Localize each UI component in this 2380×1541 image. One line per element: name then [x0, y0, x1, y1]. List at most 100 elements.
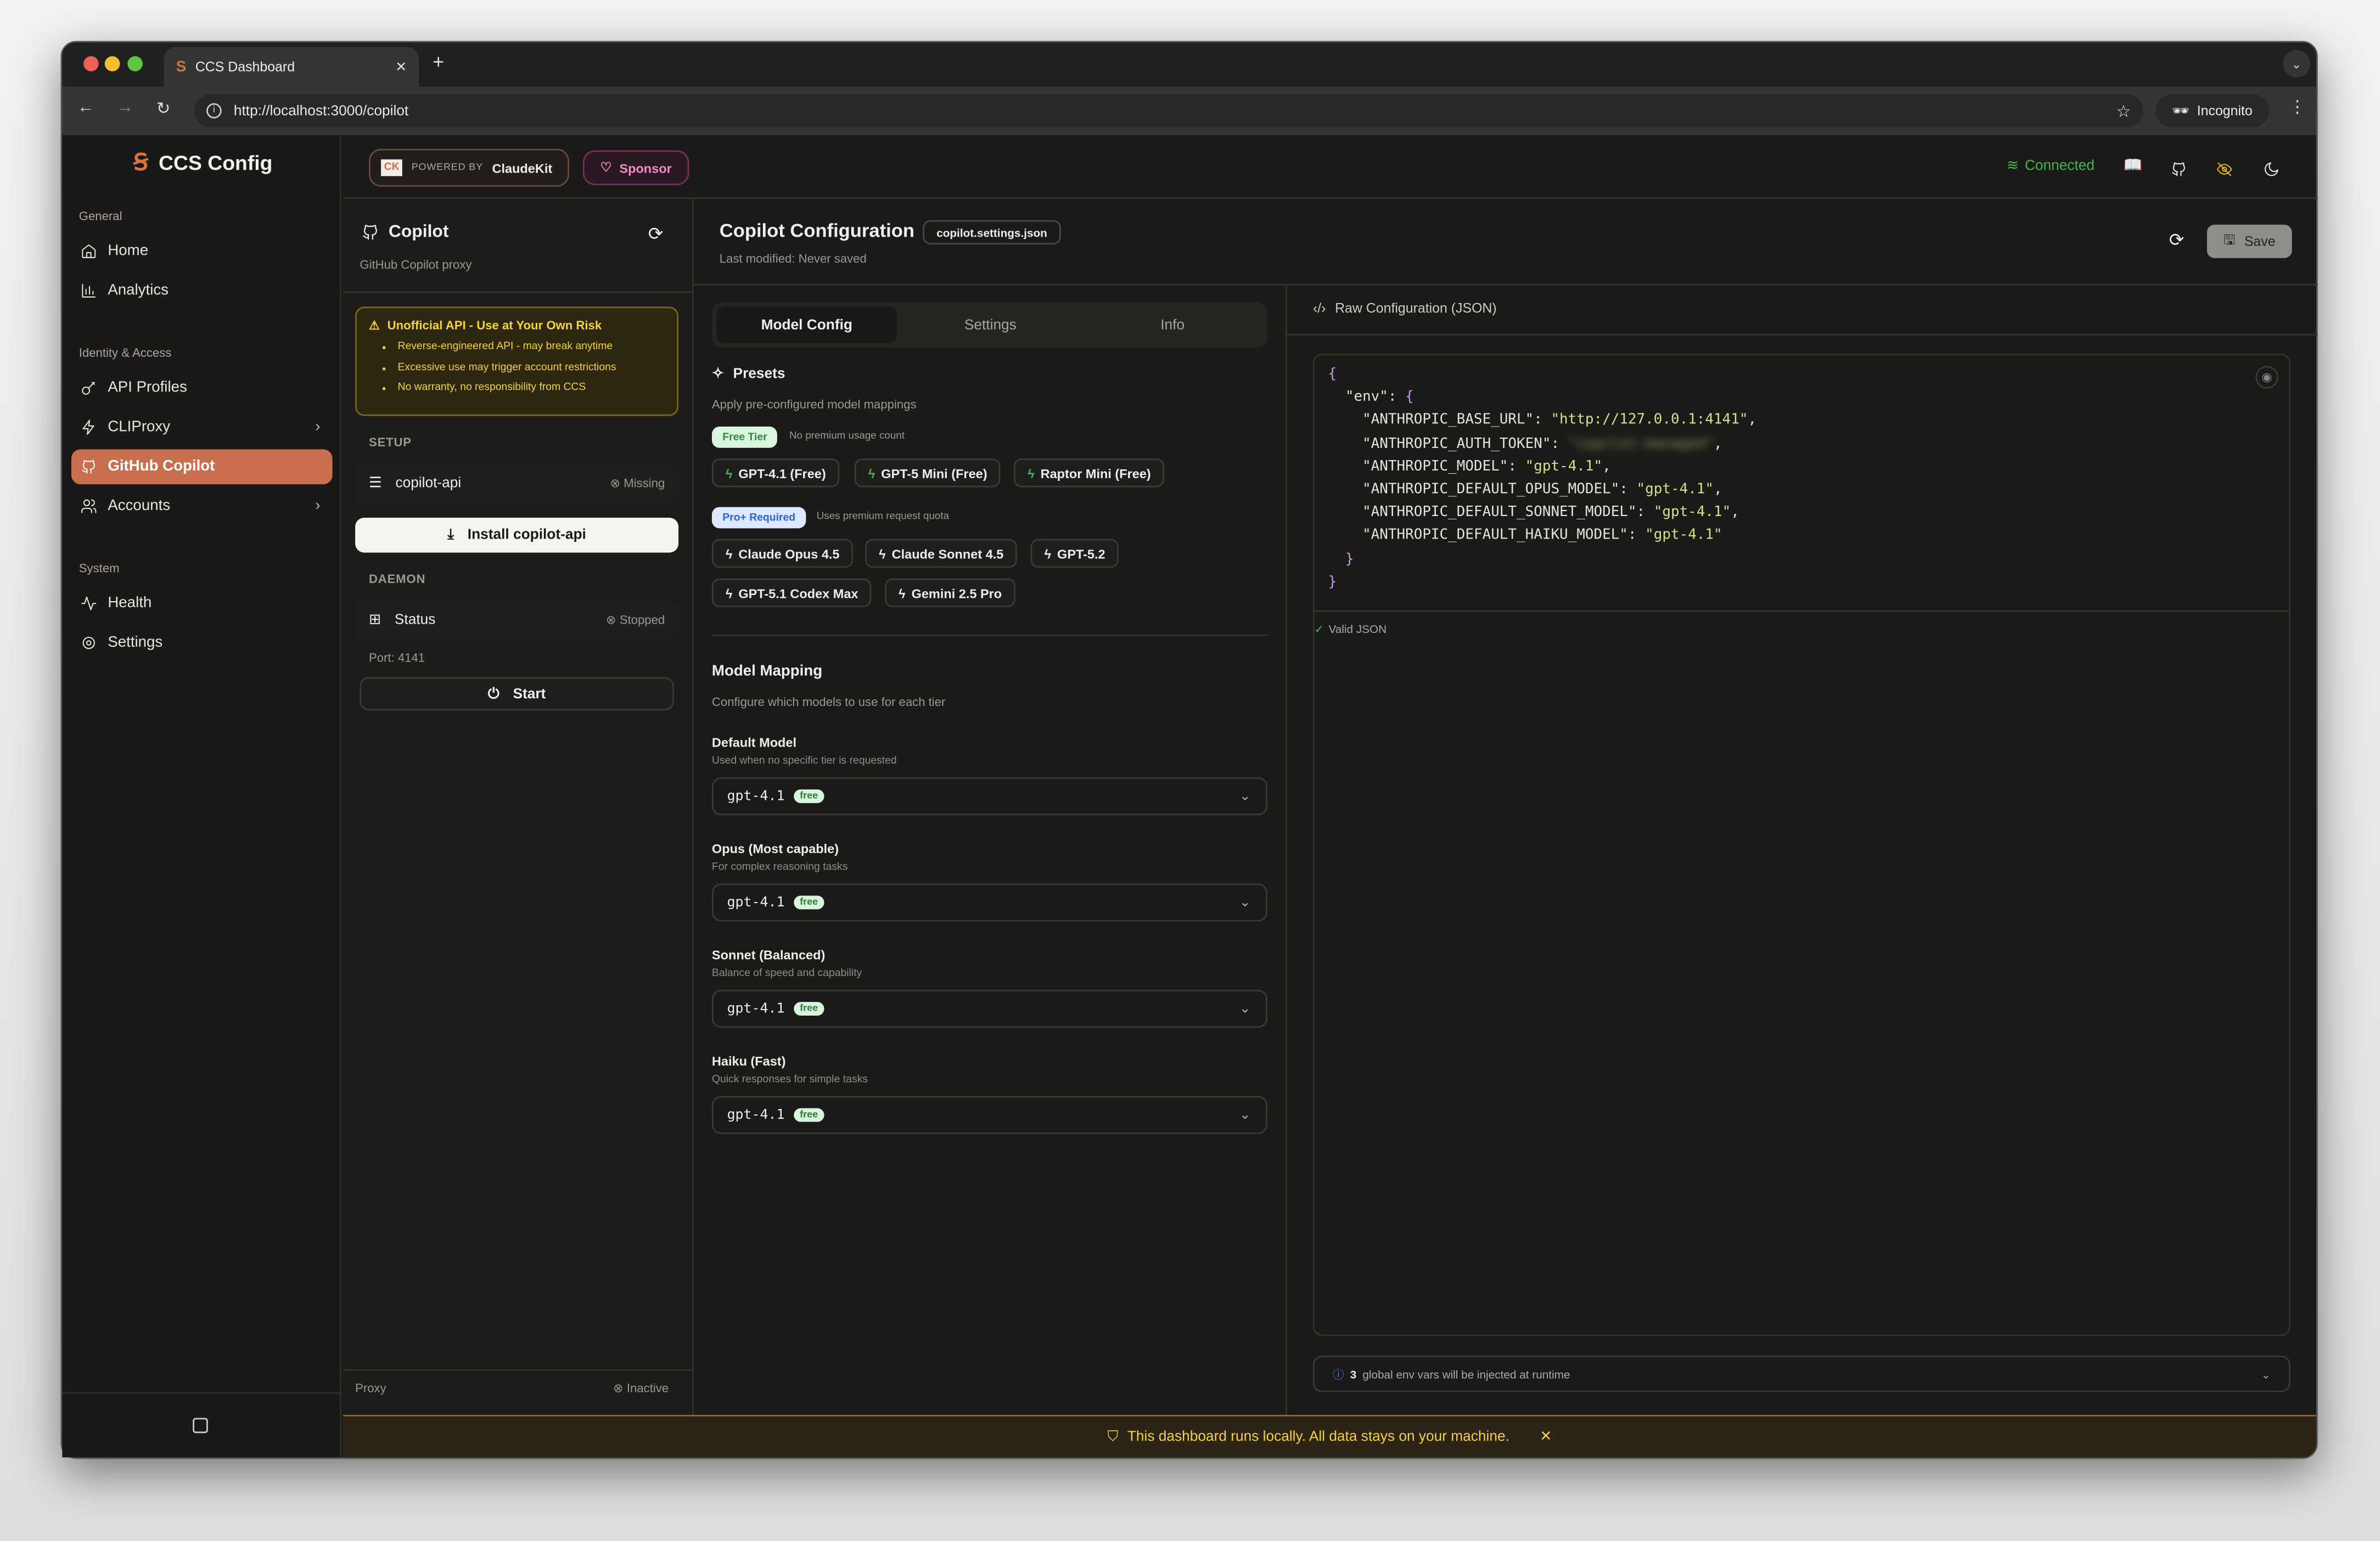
- free-badge: free: [794, 896, 824, 910]
- reload-config-icon[interactable]: ⟳: [2169, 229, 2185, 251]
- section-system: System: [79, 562, 120, 575]
- maximize-window-button[interactable]: [127, 56, 143, 71]
- install-button[interactable]: ⤓Install copilot-api: [355, 518, 678, 553]
- dismiss-banner-icon[interactable]: ✕: [1540, 1428, 1552, 1445]
- json-code[interactable]: { "env": { "ANTHROPIC_BASE_URL": "http:/…: [1328, 366, 1756, 596]
- check-circle-icon: ✓: [1315, 623, 1324, 636]
- global-env-vars-collapsible[interactable]: ⓘ 3 global env vars will be injected at …: [1313, 1355, 2291, 1392]
- env-note: global env vars will be injected at runt…: [1362, 1367, 1570, 1381]
- sidebar-item-analytics[interactable]: Analytics: [71, 273, 333, 309]
- daemon-status-value: Stopped: [620, 613, 665, 627]
- github-icon: [361, 223, 379, 241]
- preset-gpt-5-1-codex-max[interactable]: ϟGPT-5.1 Codex Max: [712, 579, 872, 608]
- valid-json-status: ✓Valid JSON: [1315, 623, 1387, 636]
- reload-button[interactable]: ↻: [156, 99, 170, 119]
- docs-book-icon[interactable]: 📖: [2124, 158, 2142, 175]
- mapping-label: Opus (Most capable): [712, 841, 839, 856]
- daemon-status-row: ⊞Status ⊗ Stopped: [355, 601, 678, 639]
- sidebar-item-api-profiles[interactable]: API Profiles: [71, 371, 333, 406]
- preset-gpt-5-2[interactable]: ϟGPT-5.2: [1031, 539, 1119, 568]
- tab-info[interactable]: Info: [1082, 307, 1263, 343]
- mapping-title: Model Mapping: [712, 663, 822, 680]
- preset-label: Gemini 2.5 Pro: [912, 585, 1002, 601]
- sonnet-model-select[interactable]: gpt-4.1free⌄: [712, 990, 1267, 1028]
- sidebar-item-home[interactable]: Home: [71, 234, 333, 269]
- last-modified: Last modified: Never saved: [720, 252, 867, 266]
- browser-menu-icon[interactable]: ⋮: [2289, 97, 2305, 117]
- start-daemon-button[interactable]: ⏻Start: [360, 677, 673, 710]
- address-bar[interactable]: i http://localhost:3000/copilot ☆: [194, 94, 2143, 127]
- free-badge: free: [794, 789, 824, 803]
- sidebar-item-github-copilot[interactable]: GitHub Copilot: [71, 450, 333, 485]
- risk-warning: ⚠Unofficial API - Use at Your Own Risk R…: [355, 307, 678, 416]
- daemon-status: ⊗ Stopped: [606, 613, 665, 627]
- back-button[interactable]: ←: [77, 99, 94, 117]
- tab-model-config[interactable]: Model Config: [716, 307, 897, 343]
- tab-search-button[interactable]: ⌄: [2283, 50, 2310, 77]
- tab-settings[interactable]: Settings: [900, 307, 1081, 343]
- presets-heading: ✧Presets: [712, 366, 785, 382]
- toggle-visibility-eye-icon[interactable]: ◉: [2255, 366, 2278, 388]
- panel-header: Copilot: [361, 223, 448, 241]
- brand-name: ClaudeKit: [492, 160, 552, 176]
- warning-item: No warranty, no responsibility from CCS: [398, 378, 665, 399]
- mapping-desc: Balance of speed and capability: [712, 968, 862, 979]
- powered-by-claudekit[interactable]: CK POWERED BY ClaudeKit: [369, 149, 569, 187]
- favicon-icon: S: [176, 58, 186, 75]
- preset-claude-sonnet[interactable]: ϟClaude Sonnet 4.5: [865, 539, 1017, 568]
- theme-moon-icon[interactable]: [2263, 158, 2280, 186]
- mapping-label: Default Model: [712, 735, 796, 750]
- status-label: Status: [395, 612, 435, 628]
- preset-gpt-5-mini-free[interactable]: ϟGPT-5 Mini (Free): [855, 458, 1001, 487]
- app-logo[interactable]: Ꞩ CCS Config: [133, 149, 272, 176]
- preset-gpt-4-1-free[interactable]: ϟGPT-4.1 (Free): [712, 458, 840, 487]
- nav-label: API Profiles: [108, 379, 187, 396]
- json-token: "ANTHROPIC_DEFAULT_SONNET_MODEL":: [1328, 504, 1654, 520]
- preset-gemini-2-5-pro[interactable]: ϟGemini 2.5 Pro: [885, 579, 1015, 608]
- refresh-status-icon[interactable]: ⟳: [648, 223, 664, 244]
- json-line: "ANTHROPIC_BASE_URL": "http://127.0.0.1:…: [1328, 412, 1756, 435]
- divider: [712, 635, 1267, 636]
- sponsor-button[interactable]: ♡Sponsor: [583, 150, 689, 186]
- site-info-icon[interactable]: i: [206, 103, 222, 119]
- json-line: }: [1328, 573, 1756, 596]
- save-button[interactable]: 🖫Save: [2207, 225, 2292, 258]
- powered-by-label: POWERED BY: [412, 162, 483, 173]
- new-tab-button[interactable]: +: [433, 50, 444, 72]
- default-model-select[interactable]: gpt-4.1free⌄: [712, 777, 1267, 815]
- haiku-model-select[interactable]: gpt-4.1free⌄: [712, 1096, 1267, 1134]
- preset-claude-opus[interactable]: ϟClaude Opus 4.5: [712, 539, 853, 568]
- browser-tab[interactable]: S CCS Dashboard ✕: [164, 47, 419, 87]
- github-link-icon[interactable]: [2170, 158, 2187, 186]
- package-status-label: Missing: [624, 477, 665, 490]
- minimize-window-button[interactable]: [105, 56, 120, 71]
- nav-label: Home: [108, 243, 148, 259]
- zap-icon: ϟ: [879, 546, 885, 561]
- json-token: "gpt-4.1": [1637, 481, 1714, 497]
- zap-icon: ϟ: [1045, 546, 1051, 561]
- sponsor-label: Sponsor: [619, 160, 671, 176]
- port-label: Port: 4141: [369, 651, 425, 665]
- json-token: "copilot-managed": [1568, 435, 1714, 451]
- presets-title: Presets: [733, 366, 785, 382]
- zap-icon: ϟ: [868, 466, 875, 481]
- download-icon: ⤓: [447, 527, 454, 543]
- sidebar-item-cliproxy[interactable]: CLIProxy›: [71, 410, 333, 445]
- config-title: Copilot Configuration: [720, 220, 914, 242]
- incognito-badge[interactable]: 🕶Incognito: [2156, 94, 2269, 127]
- preset-raptor-mini-free[interactable]: ϟRaptor Mini (Free): [1014, 458, 1164, 487]
- opus-model-select[interactable]: gpt-4.1free⌄: [712, 883, 1267, 921]
- home-icon: [81, 243, 97, 259]
- sidebar-item-health[interactable]: Health: [71, 586, 333, 621]
- json-token: "ANTHROPIC_BASE_URL":: [1328, 412, 1551, 428]
- bookmark-star-icon[interactable]: ☆: [2116, 101, 2131, 121]
- sidebar-item-settings[interactable]: Settings: [71, 625, 333, 660]
- divider: [62, 1392, 341, 1394]
- chevron-down-icon: ⌄: [2261, 1367, 2270, 1381]
- collapse-sidebar-icon[interactable]: [193, 1418, 208, 1433]
- close-tab-icon[interactable]: ✕: [395, 58, 407, 75]
- forward-button[interactable]: →: [117, 99, 133, 117]
- sidebar-item-accounts[interactable]: Accounts›: [71, 489, 333, 524]
- privacy-eye-off-icon[interactable]: [2216, 158, 2232, 186]
- close-window-button[interactable]: [83, 56, 99, 71]
